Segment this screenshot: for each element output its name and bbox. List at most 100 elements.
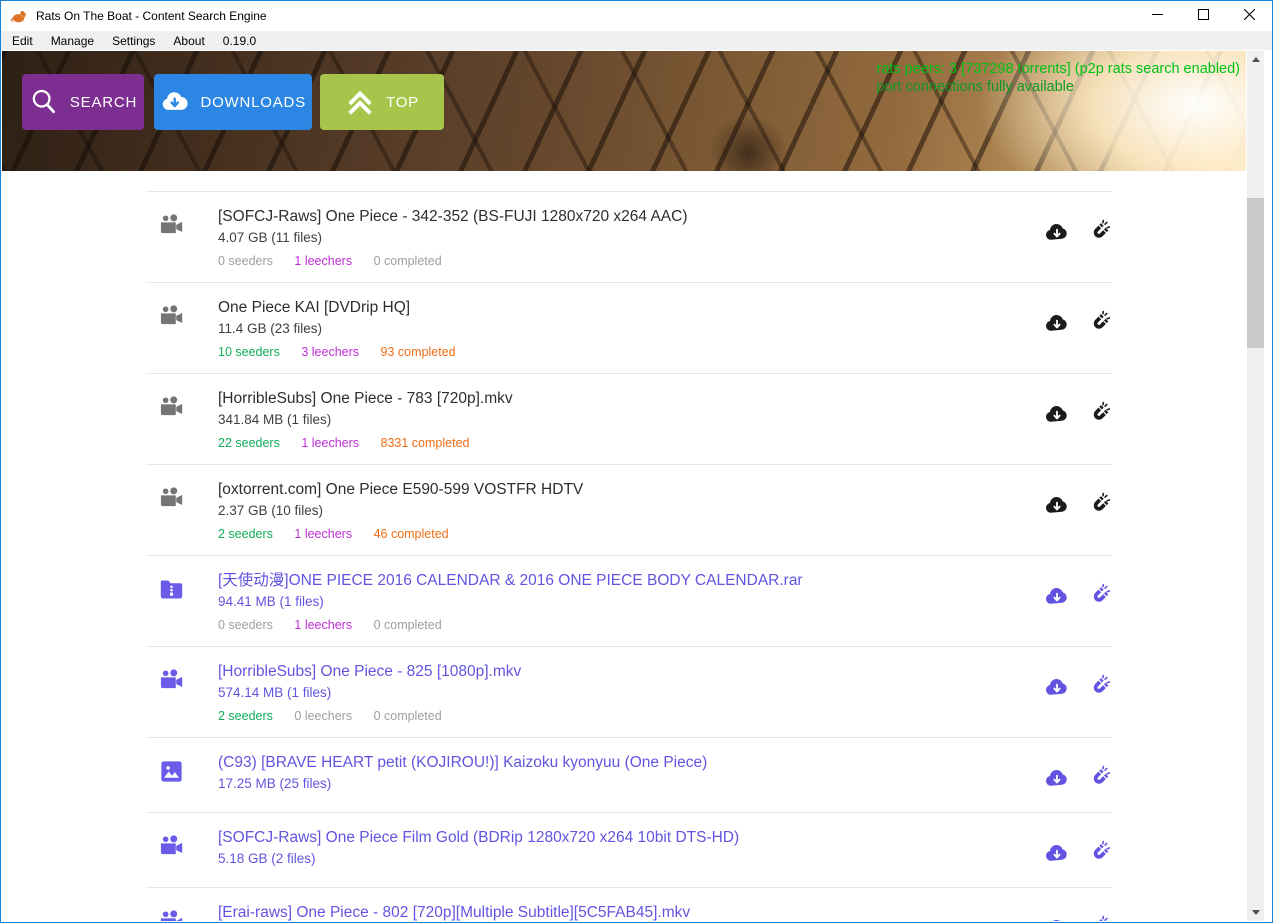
seeders-count: 10 seeders (218, 345, 280, 359)
magnet-link-icon[interactable] (1086, 674, 1112, 700)
cloud-download-icon[interactable] (1044, 583, 1070, 609)
minimize-button[interactable] (1134, 1, 1180, 31)
cloud-download-icon (160, 87, 189, 117)
result-title-link[interactable]: [HorribleSubs] One Piece - 783 [720p].mk… (218, 388, 1036, 409)
cloud-download-icon[interactable] (1044, 310, 1070, 336)
result-title-link[interactable]: [天使动漫]ONE PIECE 2016 CALENDAR & 2016 ONE… (218, 570, 1036, 591)
result-title-link[interactable]: (C93) [BRAVE HEART petit (KOJIROU!)] Kai… (218, 752, 1036, 773)
cloud-download-icon[interactable] (1044, 401, 1070, 427)
menubar: Edit Manage Settings About 0.19.0 (1, 31, 1272, 50)
completed-count: 0 completed (374, 618, 442, 632)
magnet-link-icon[interactable] (1086, 310, 1112, 336)
minimize-icon (1152, 7, 1163, 25)
magnet-link-icon[interactable] (1086, 840, 1112, 866)
close-button[interactable] (1226, 1, 1272, 31)
scroll-down-button[interactable] (1247, 904, 1264, 921)
scroll-up-icon (1252, 57, 1260, 62)
result-row: [HorribleSubs] One Piece - 825 [1080p].m… (146, 647, 1112, 738)
magnet-link-icon[interactable] (1086, 765, 1112, 791)
cloud-download-icon[interactable] (1044, 915, 1070, 921)
leechers-count: 0 leechers (294, 709, 352, 723)
result-stats: 0 seeders 1 leechers 0 completed (218, 616, 1036, 634)
completed-count: 0 completed (374, 254, 442, 268)
result-title-link[interactable]: One Piece KAI [DVDrip HQ] (218, 297, 1036, 318)
leechers-count: 1 leechers (294, 527, 352, 541)
archive-icon (146, 576, 218, 634)
close-icon (1244, 7, 1255, 25)
result-size: 94.41 MB (1 files) (218, 592, 1036, 612)
maximize-button[interactable] (1180, 1, 1226, 31)
video-icon (146, 833, 218, 869)
peers-status-line1: rats peers: 3 [737298 torrents] (p2p rat… (876, 60, 1240, 78)
seeders-count: 0 seeders (218, 618, 273, 632)
header-button-label: SEARCH (70, 94, 137, 111)
search-button[interactable]: SEARCH (22, 74, 144, 130)
result-row: (C93) [BRAVE HEART petit (KOJIROU!)] Kai… (146, 738, 1112, 813)
result-title-link[interactable]: [SOFCJ-Raws] One Piece - 342-352 (BS-FUJ… (218, 206, 1036, 227)
completed-count: 0 completed (374, 709, 442, 723)
leechers-count: 1 leechers (294, 618, 352, 632)
result-stats: 2 seeders 0 leechers 0 completed (218, 707, 1036, 725)
scroll-up-button[interactable] (1247, 51, 1264, 68)
magnet-link-icon[interactable] (1086, 583, 1112, 609)
video-icon (146, 212, 218, 270)
result-title-link[interactable]: [Erai-raws] One Piece - 802 [720p][Multi… (218, 902, 1036, 921)
video-icon (146, 485, 218, 543)
app-rat-icon (10, 7, 28, 25)
magnet-link-icon[interactable] (1086, 219, 1112, 245)
cloud-download-icon[interactable] (1044, 674, 1070, 700)
result-size: 5.18 GB (2 files) (218, 849, 1036, 869)
completed-count: 8331 completed (381, 436, 470, 450)
result-row: [oxtorrent.com] One Piece E590-599 VOSTF… (146, 465, 1112, 556)
result-title-link[interactable]: [SOFCJ-Raws] One Piece Film Gold (BDRip … (218, 827, 1036, 848)
results-area: [SOFCJ-Raws] One Piece - 342-352 (BS-FUJ… (2, 171, 1246, 921)
leechers-count: 1 leechers (301, 436, 359, 450)
result-size: 11.4 GB (23 files) (218, 319, 1036, 339)
video-icon (146, 303, 218, 361)
result-size: 2.37 GB (10 files) (218, 501, 1036, 521)
cloud-download-icon[interactable] (1044, 492, 1070, 518)
result-row: [SOFCJ-Raws] One Piece Film Gold (BDRip … (146, 813, 1112, 888)
result-stats: 0 seeders 1 leechers 0 completed (218, 252, 1036, 270)
peers-status-line2: port connections fully available (876, 78, 1240, 96)
result-size: 17.25 MB (25 files) (218, 774, 1036, 794)
top-button[interactable]: TOP (320, 74, 444, 130)
cloud-download-icon[interactable] (1044, 765, 1070, 791)
result-stats: 2 seeders 1 leechers 46 completed (218, 525, 1036, 543)
app-version: 0.19.0 (214, 34, 265, 48)
magnet-link-icon[interactable] (1086, 492, 1112, 518)
scrollbar-thumb[interactable] (1247, 198, 1264, 348)
search-icon (29, 87, 59, 117)
video-icon (146, 667, 218, 725)
result-title-link[interactable]: [oxtorrent.com] One Piece E590-599 VOSTF… (218, 479, 1036, 500)
leechers-count: 3 leechers (301, 345, 359, 359)
seeders-count: 0 seeders (218, 254, 273, 268)
result-row: [天使动漫]ONE PIECE 2016 CALENDAR & 2016 ONE… (146, 556, 1112, 647)
result-title-link[interactable]: [HorribleSubs] One Piece - 825 [1080p].m… (218, 661, 1036, 682)
scroll-down-icon (1252, 910, 1260, 915)
menu-edit[interactable]: Edit (3, 34, 42, 48)
result-stats: 10 seeders 3 leechers 93 completed (218, 343, 1036, 361)
vertical-scrollbar[interactable] (1247, 51, 1264, 921)
seeders-count: 22 seeders (218, 436, 280, 450)
downloads-button[interactable]: DOWNLOADS (154, 74, 312, 130)
completed-count: 93 completed (381, 345, 456, 359)
menu-manage[interactable]: Manage (42, 34, 103, 48)
cloud-download-icon[interactable] (1044, 840, 1070, 866)
cloud-download-icon[interactable] (1044, 219, 1070, 245)
leechers-count: 1 leechers (294, 254, 352, 268)
result-row: One Piece KAI [DVDrip HQ] 11.4 GB (23 fi… (146, 283, 1112, 374)
result-row: [HorribleSubs] One Piece - 783 [720p].mk… (146, 374, 1112, 465)
menu-settings[interactable]: Settings (103, 34, 164, 48)
magnet-link-icon[interactable] (1086, 915, 1112, 921)
result-size: 4.07 GB (11 files) (218, 228, 1036, 248)
completed-count: 46 completed (374, 527, 449, 541)
seeders-count: 2 seeders (218, 527, 273, 541)
menu-about[interactable]: About (164, 34, 213, 48)
peer-status: rats peers: 3 [737298 torrents] (p2p rat… (876, 60, 1240, 96)
video-icon (146, 908, 218, 921)
result-row: [SOFCJ-Raws] One Piece - 342-352 (BS-FUJ… (146, 192, 1112, 283)
result-size: 341.84 MB (1 files) (218, 410, 1036, 430)
magnet-link-icon[interactable] (1086, 401, 1112, 427)
window-title: Rats On The Boat - Content Search Engine (36, 9, 267, 23)
